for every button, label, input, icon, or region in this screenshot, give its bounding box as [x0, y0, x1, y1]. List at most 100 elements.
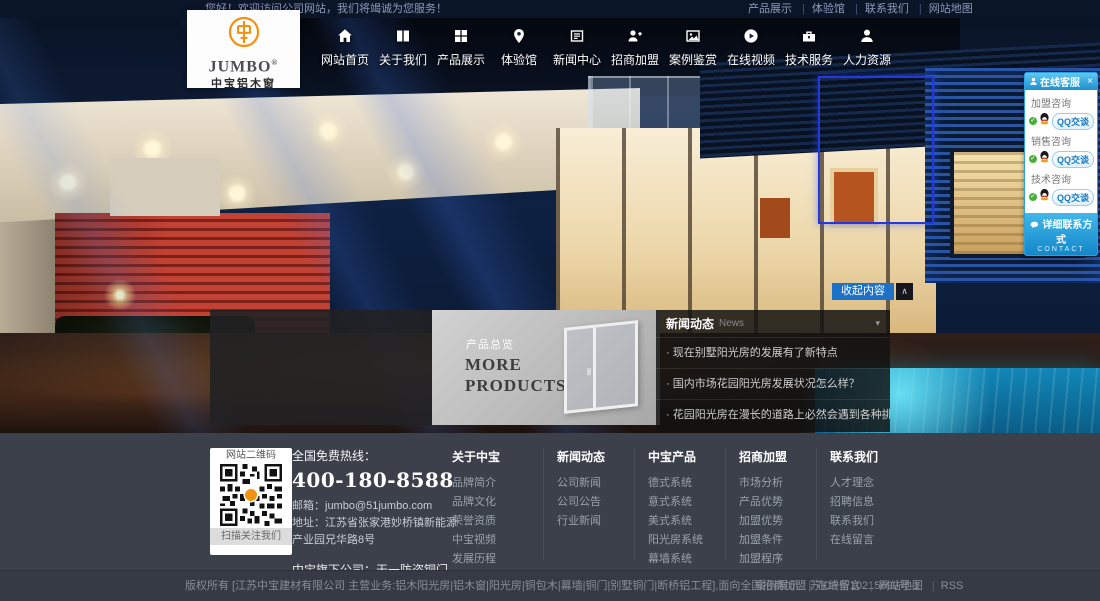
online-status-icon: ✓	[1029, 193, 1037, 201]
footer-link[interactable]: 产品优势	[739, 493, 816, 512]
footer-link-columns: 关于中宝 品牌简介 品牌文化 荣誉资质 中宝视频 发展历程 品牌形象 新闻动态 …	[452, 448, 907, 560]
nav-item-home[interactable]: 网站首页	[316, 28, 374, 69]
qq-penguin-icon	[1038, 188, 1051, 206]
contact-details-text: 详细联系方式	[1042, 220, 1092, 246]
topbar-link-contact[interactable]: 联系我们	[848, 3, 909, 15]
nav-label: 人力资源	[843, 53, 891, 67]
footer-col-products: 中宝产品 德式系统 意式系统 美式系统 阳光房系统 幕墙系统 断桥铝系统	[634, 448, 725, 560]
footer-link[interactable]: 公司公告	[557, 493, 634, 512]
nav-label: 体验馆	[501, 53, 537, 67]
nav-label: 产品展示	[437, 53, 485, 67]
news-subtitle: News	[719, 318, 744, 329]
slide-dark-panel	[210, 310, 432, 425]
qr-code-box: 网站二维码 扫描关注我们	[210, 448, 292, 555]
bottom-link-rss[interactable]: RSS	[926, 580, 963, 592]
email-line: 邮箱：jumbo@51jumbo.com	[292, 498, 464, 515]
address-line: 地址：江苏省张家港妙桥镇新能源产业园兄华路8号	[292, 515, 464, 549]
nav-item-join[interactable]: 招商加盟	[606, 28, 664, 69]
news-item[interactable]: 国内市场花园阳光房发展状况怎么样？	[656, 368, 890, 399]
footer-link[interactable]: 品牌文化	[452, 493, 543, 512]
image-icon	[664, 28, 722, 46]
qq-chat-label: QQ交谈	[1052, 151, 1094, 168]
chevron-down-icon[interactable]: ▾	[875, 318, 880, 329]
footer-link[interactable]: 中宝视频	[452, 531, 543, 550]
toolbox-icon	[780, 28, 838, 46]
window-graphic	[564, 320, 638, 414]
hotline-label: 全国免费热线：	[292, 447, 464, 464]
home-icon	[316, 28, 374, 46]
collapse-button[interactable]: 收起内容	[832, 283, 894, 300]
footer-link[interactable]: 市场分析	[739, 474, 816, 493]
bottom-link-cases[interactable]: 案例展示	[755, 580, 799, 592]
footer-link[interactable]: 行业新闻	[557, 512, 634, 531]
qq-chat-button[interactable]: ✓ QQ交谈	[1029, 188, 1093, 206]
bottom-link-message[interactable]: 在线留言	[802, 580, 861, 592]
footer-link[interactable]: 荣誉资质	[452, 512, 543, 531]
logo-emblem-icon	[227, 15, 261, 49]
footer-col-news: 新闻动态 公司新闻 公司公告 行业新闻	[543, 448, 634, 560]
qq-group-join: 加盟咨询 ✓ QQ交谈	[1029, 95, 1093, 130]
topbar-link-sitemap[interactable]: 网站地图	[912, 3, 973, 15]
qr-title: 网站二维码	[210, 448, 292, 464]
products-title-line1: MORE	[465, 354, 567, 375]
online-service-title: 在线客服	[1040, 74, 1080, 89]
qq-chat-button[interactable]: ✓ QQ交谈	[1029, 150, 1093, 168]
online-service-header: 在线客服 ×	[1025, 73, 1097, 90]
nav-item-products[interactable]: 产品展示	[432, 28, 490, 69]
footer-link[interactable]: 公司新闻	[557, 474, 634, 493]
nav-item-experience[interactable]: 体验馆	[490, 28, 548, 69]
bottom-links: 案例展示 在线留言 网站地图 RSS	[755, 571, 963, 601]
nav-item-service[interactable]: 技术服务	[780, 28, 838, 69]
topbar-link-experience[interactable]: 体验馆	[795, 3, 845, 15]
nav-item-about[interactable]: 关于我们	[374, 28, 432, 69]
footer-contact-block: 全国免费热线： 400-180-8588 邮箱：jumbo@51jumbo.co…	[292, 447, 464, 578]
footer-link[interactable]: 美式系统	[648, 512, 725, 531]
topbar-link-products[interactable]: 产品展示	[748, 3, 792, 15]
footer-link[interactable]: 联系我们	[830, 512, 907, 531]
footer-col-title: 中宝产品	[648, 448, 725, 465]
footer-link[interactable]: 加盟条件	[739, 531, 816, 550]
nav-item-hr[interactable]: 人力资源	[838, 28, 896, 69]
more-products-panel[interactable]: 产品总览 MORE PRODUCTS	[432, 310, 660, 425]
news-item[interactable]: 现在别墅阳光房的发展有了新特点	[656, 337, 890, 368]
close-icon[interactable]: ×	[1087, 77, 1093, 87]
footer-link[interactable]: 幕墙系统	[648, 550, 725, 569]
grid-icon	[432, 28, 490, 46]
logo-reg-mark: ®	[271, 58, 278, 67]
hotline-phone: 400-180-8588	[292, 468, 464, 492]
nav-item-cases[interactable]: 案例鉴赏	[664, 28, 722, 69]
footer-link[interactable]: 德式系统	[648, 474, 725, 493]
footer-link[interactable]: 加盟优势	[739, 512, 816, 531]
nav-item-video[interactable]: 在线视频	[722, 28, 780, 69]
footer-link[interactable]: 阳光房系统	[648, 531, 725, 550]
footer-col-title: 关于中宝	[452, 448, 543, 465]
nav-label: 招商加盟	[611, 53, 659, 67]
footer-link[interactable]: 招聘信息	[830, 493, 907, 512]
qq-penguin-icon	[1038, 150, 1051, 168]
qq-chat-button[interactable]: ✓ QQ交谈	[1029, 112, 1093, 130]
pin-icon	[490, 28, 548, 46]
nav-label: 关于我们	[379, 53, 427, 67]
chat-bubble-icon	[1030, 221, 1040, 229]
footer-link[interactable]: 人才理念	[830, 474, 907, 493]
chevron-up-icon[interactable]: ∧	[896, 283, 913, 300]
nav-label: 新闻中心	[553, 53, 601, 67]
footer-link[interactable]: 加盟程序	[739, 550, 816, 569]
qq-group-tech: 技术咨询 ✓ QQ交谈	[1029, 171, 1093, 206]
footer-link[interactable]: 在线留言	[830, 531, 907, 550]
online-service-body: 加盟咨询 ✓ QQ交谈 销售咨询 ✓ QQ交谈 技术咨询 ✓	[1025, 90, 1097, 213]
news-item[interactable]: 花园阳光房在漫长的道路上必然会遇到各种挑战	[656, 399, 890, 430]
logo-brand-text: JUMBO	[209, 58, 272, 75]
qq-penguin-icon	[1038, 112, 1051, 130]
site-logo[interactable]: JUMBO® 中宝铝木窗	[187, 10, 300, 88]
qr-code	[220, 464, 282, 526]
footer-link[interactable]: 品牌简介	[452, 474, 543, 493]
nav-item-news[interactable]: 新闻中心	[548, 28, 606, 69]
footer-link[interactable]: 意式系统	[648, 493, 725, 512]
contact-details-button[interactable]: 详细联系方式 CONTACT	[1025, 213, 1097, 255]
bottom-link-sitemap[interactable]: 网站地图	[864, 580, 923, 592]
top-bar: 您好！欢迎访问公司网站，我们将竭诚为您服务！ 产品展示 体验馆 联系我们 网站地…	[0, 0, 1100, 18]
products-title: MORE PRODUCTS	[465, 354, 567, 396]
user-plus-icon	[606, 28, 664, 46]
footer-link[interactable]: 发展历程	[452, 550, 543, 569]
